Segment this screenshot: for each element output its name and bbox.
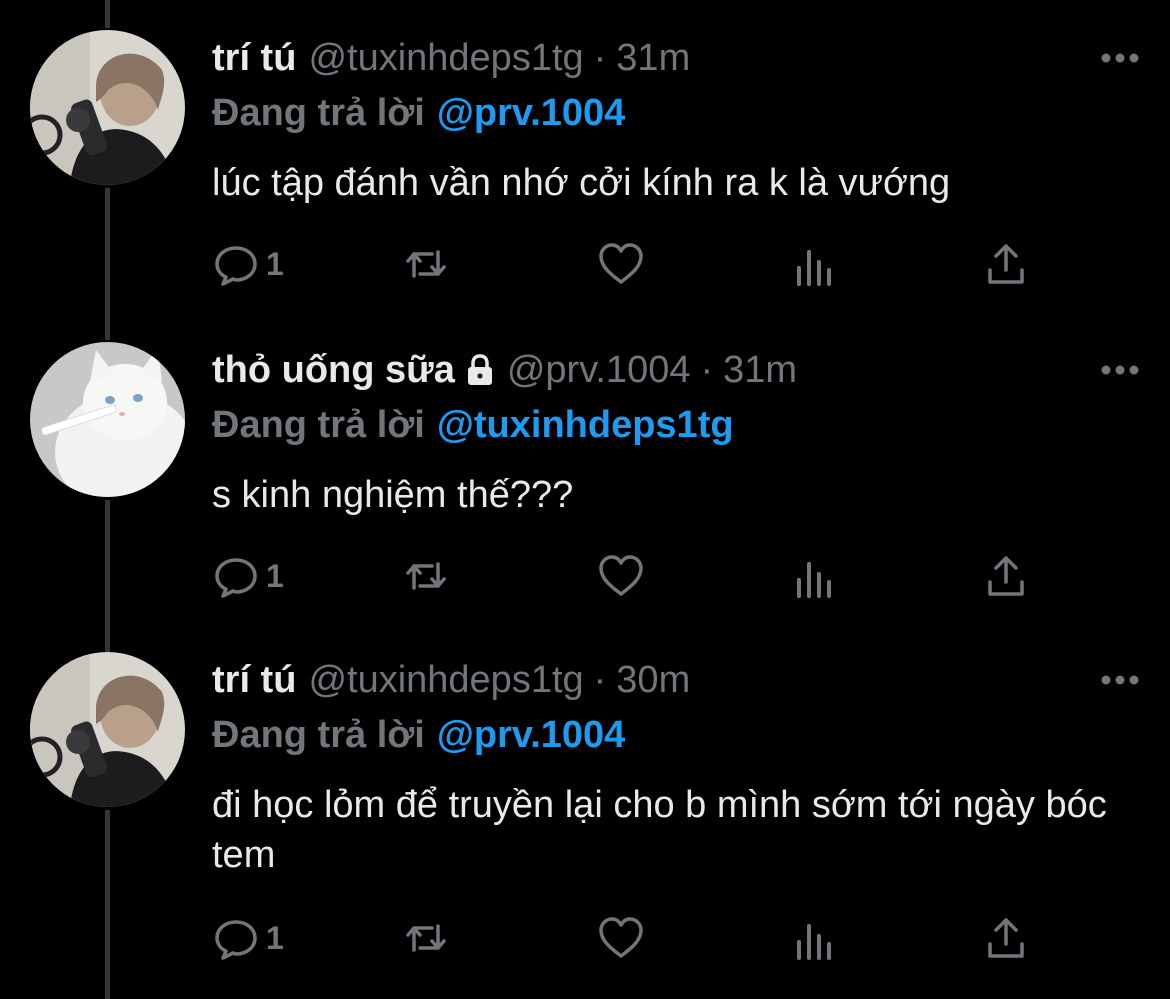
reply-target-link[interactable]: @prv.1004 <box>437 714 625 756</box>
tweet[interactable]: trí tú @tuxinhdeps1tg · 31m Đang trả lời… <box>0 30 1170 310</box>
views-button[interactable] <box>790 914 838 962</box>
replying-to: Đang trả lời @prv.1004 <box>212 90 625 136</box>
display-name[interactable]: trí tú <box>212 35 296 81</box>
display-name[interactable]: thỏ uống sữa <box>212 347 455 393</box>
reply-icon <box>215 558 257 598</box>
separator: · <box>700 349 714 391</box>
replying-to: Đang trả lời @prv.1004 <box>212 712 625 758</box>
share-button[interactable] <box>982 240 1030 288</box>
retweet-button[interactable] <box>402 552 450 600</box>
retweet-button[interactable] <box>402 240 450 288</box>
share-button[interactable] <box>982 552 1030 600</box>
retweet-icon <box>406 250 446 278</box>
reply-prefix: Đang trả lời <box>212 404 425 446</box>
separator: · <box>593 659 607 701</box>
avatar[interactable] <box>30 652 185 807</box>
share-icon <box>988 244 1024 284</box>
retweet-icon <box>406 924 446 952</box>
replying-to: Đang trả lời @tuxinhdeps1tg <box>212 402 734 448</box>
reply-count: 1 <box>266 919 284 956</box>
more-options-icon[interactable] <box>1100 674 1140 686</box>
views-button[interactable] <box>790 552 838 600</box>
like-icon <box>599 243 643 284</box>
avatar-person-photo-icon <box>30 652 185 807</box>
reply-prefix: Đang trả lời <box>212 714 425 756</box>
reply-count: 1 <box>266 557 284 594</box>
thread-line <box>105 0 110 28</box>
reply-button[interactable]: 1 <box>212 552 284 600</box>
timestamp[interactable]: 30m <box>616 657 690 703</box>
avatar[interactable] <box>30 342 185 497</box>
user-handle[interactable]: @tuxinhdeps1tg <box>308 35 583 81</box>
reply-prefix: Đang trả lời <box>212 92 425 134</box>
avatar-person-photo-icon <box>30 30 185 185</box>
like-icon <box>599 917 643 958</box>
views-icon <box>797 250 831 286</box>
tweet[interactable]: thỏ uống sữa @prv.1004 · 31m Đang trả lờ… <box>0 342 1170 622</box>
tweet[interactable]: trí tú @tuxinhdeps1tg · 30m Đang trả lời… <box>0 652 1170 999</box>
like-button[interactable] <box>597 914 645 962</box>
reply-button[interactable]: 1 <box>212 914 284 962</box>
like-button[interactable] <box>597 552 645 600</box>
user-handle[interactable]: @tuxinhdeps1tg <box>308 657 583 703</box>
avatar-white-cat-icon <box>30 342 185 497</box>
share-icon <box>988 556 1024 596</box>
views-icon <box>797 562 831 598</box>
share-icon <box>988 918 1024 958</box>
tweet-header: trí tú @tuxinhdeps1tg · 30m <box>212 657 690 703</box>
more-options-icon[interactable] <box>1100 52 1140 64</box>
tweet-header: thỏ uống sữa @prv.1004 · 31m <box>212 347 797 393</box>
views-button[interactable] <box>790 240 838 288</box>
avatar[interactable] <box>30 30 185 185</box>
user-handle[interactable]: @prv.1004 <box>507 347 691 393</box>
timestamp[interactable]: 31m <box>723 347 797 393</box>
tweet-actions: 1 <box>212 914 1042 964</box>
reply-icon <box>215 920 257 960</box>
tweet-text: đi học lỏm để truyền lại cho b mình sớm … <box>212 784 1107 876</box>
retweet-button[interactable] <box>402 914 450 962</box>
tweet-actions: 1 <box>212 552 1042 602</box>
separator: · <box>593 37 607 79</box>
display-name[interactable]: trí tú <box>212 657 296 703</box>
tweet-text: lúc tập đánh vần nhớ cởi kính ra k là vư… <box>212 162 951 204</box>
lock-icon <box>467 354 492 385</box>
tweet-text: s kinh nghiệm thế??? <box>212 474 574 516</box>
retweet-icon <box>406 562 446 590</box>
like-icon <box>599 555 643 596</box>
tweet-actions: 1 <box>212 240 1042 290</box>
more-options-icon[interactable] <box>1100 364 1140 376</box>
timestamp[interactable]: 31m <box>616 35 690 81</box>
reply-count: 1 <box>266 245 284 282</box>
like-button[interactable] <box>597 240 645 288</box>
tweet-header: trí tú @tuxinhdeps1tg · 31m <box>212 35 690 81</box>
views-icon <box>797 924 831 960</box>
reply-target-link[interactable]: @prv.1004 <box>437 92 625 134</box>
share-button[interactable] <box>982 914 1030 962</box>
reply-icon <box>215 246 257 286</box>
reply-button[interactable]: 1 <box>212 240 284 288</box>
reply-target-link[interactable]: @tuxinhdeps1tg <box>437 404 734 446</box>
